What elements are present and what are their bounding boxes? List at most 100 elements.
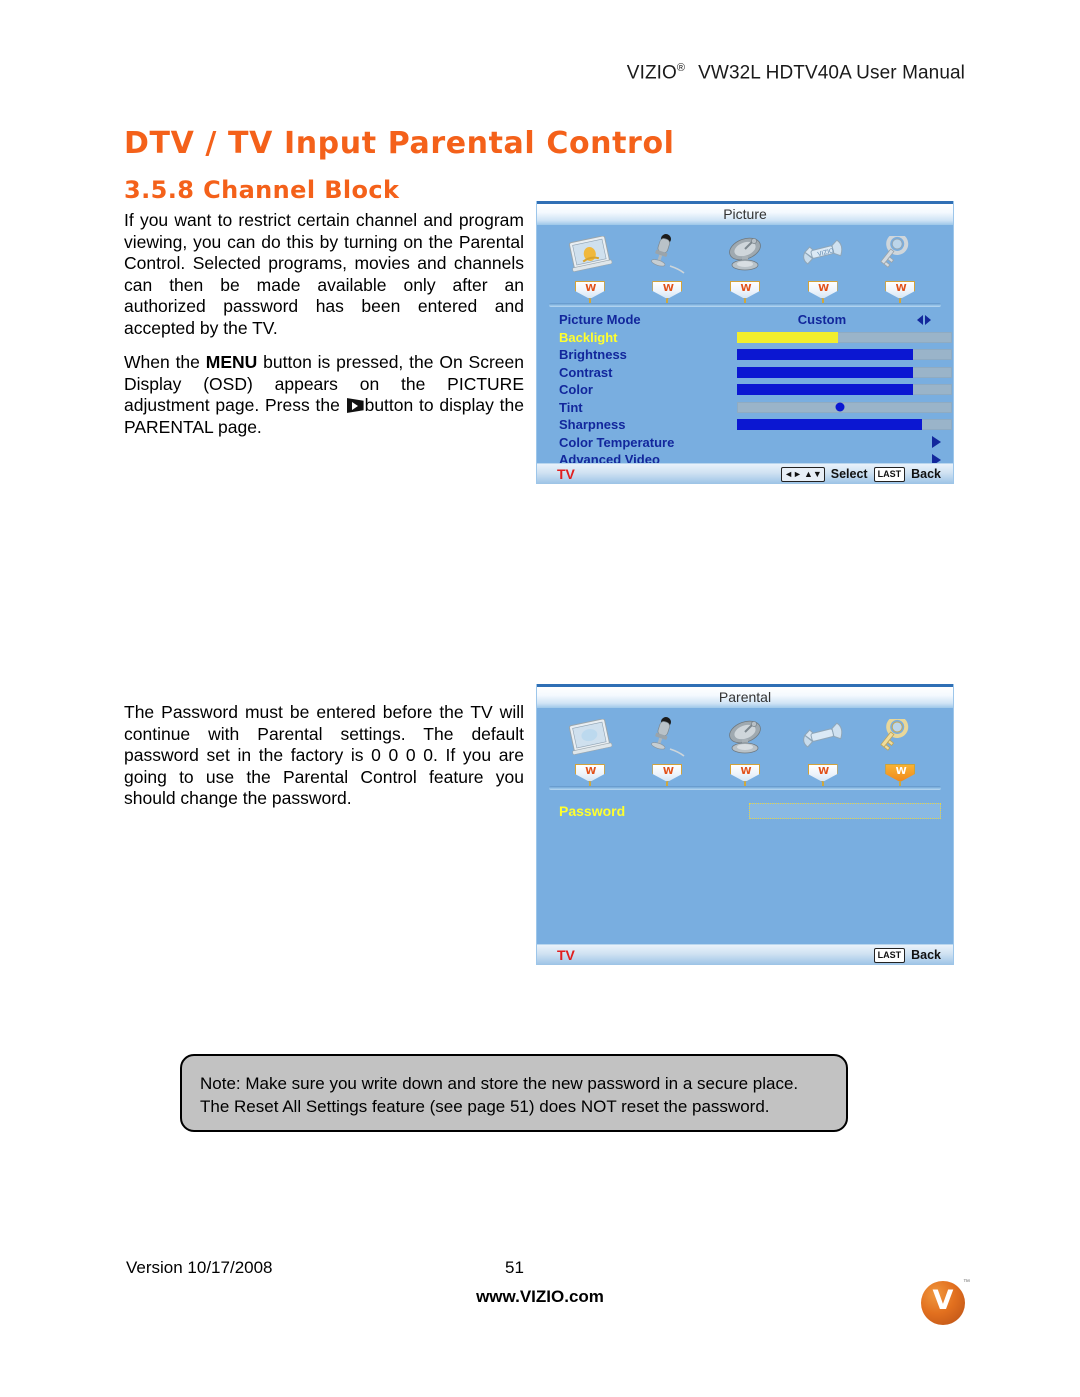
right-arrow-button-icon (346, 398, 364, 413)
badge-shape: W (807, 764, 838, 782)
note-line-1: Note: Make sure you write down and store… (200, 1074, 799, 1093)
osd-parental-icon-strip: W W W W W (537, 708, 953, 786)
osd-picture-settings-list: Picture Mode Custom Backlight 50 Brightn… (537, 307, 953, 469)
badge-stem (821, 782, 824, 786)
badge-shape: W (652, 764, 683, 782)
paragraph-menu-part1: When the (124, 352, 206, 372)
badge-shape-selected: W (885, 764, 916, 782)
row-picture-mode[interactable]: Picture Mode Custom (537, 311, 953, 329)
badge-shape: W (574, 281, 605, 299)
wrench-setup-icon (792, 714, 854, 762)
brand-name: VIZIO (626, 62, 677, 84)
section-heading: 3.5.8 Channel Block (124, 176, 400, 204)
logo-trademark: ™ (963, 1279, 970, 1286)
osd-tab-setup[interactable]: VIZIO W (792, 231, 854, 303)
row-backlight[interactable]: Backlight 50 (537, 329, 953, 347)
row-label: Backlight (559, 329, 618, 345)
vizio-v-glyph: W (585, 283, 597, 294)
footer-url: www.VIZIO.com (476, 1287, 604, 1306)
color-slider[interactable] (737, 384, 952, 396)
badge-shape: W (729, 281, 760, 299)
row-value: 0 (952, 400, 953, 415)
password-row[interactable]: Password (537, 800, 953, 822)
row-color-temperature[interactable]: Color Temperature (537, 434, 953, 452)
key-parental-icon (869, 714, 931, 762)
row-value: 6 (952, 417, 953, 432)
row-contrast[interactable]: Contrast 80 (537, 364, 953, 382)
page-title: DTV / TV Input Parental Control (124, 126, 675, 161)
slider-fill (737, 384, 914, 396)
row-label: Picture Mode (559, 312, 641, 328)
picture-icon (559, 231, 621, 279)
row-sharpness[interactable]: Sharpness 6 (537, 416, 953, 434)
badge-stem (588, 299, 591, 303)
wrench-setup-icon: VIZIO (792, 231, 854, 279)
audio-microphone-icon (636, 714, 698, 762)
vizio-v-glyph: W (662, 766, 674, 777)
osd-tab-tuner[interactable]: W (714, 714, 776, 786)
left-right-glyph: ◄► (784, 468, 802, 479)
osd-tab-audio[interactable]: W (636, 714, 698, 786)
osd-picture-icon-strip: W W W VIZIO W W (537, 225, 953, 303)
parental-tab-badge: W (885, 281, 916, 303)
vizio-logo: V ™ (921, 1279, 970, 1329)
osd-parental-body: W W W W W Password (537, 708, 953, 822)
slider-fill (737, 349, 914, 361)
sharpness-slider[interactable] (737, 419, 952, 431)
left-right-arrows-icon (917, 314, 931, 325)
row-label: Tint (559, 399, 583, 415)
badge-stem (899, 299, 902, 303)
row-tint[interactable]: Tint 0 (537, 399, 953, 417)
badge-stem (588, 782, 591, 786)
contrast-slider[interactable] (737, 366, 952, 378)
osd-tab-picture[interactable]: W (559, 231, 621, 303)
logo-letter: V (932, 1285, 954, 1316)
row-brightness[interactable]: Brightness 80 (537, 346, 953, 364)
osd-strip-divider (549, 786, 941, 790)
running-header: VIZIO® VW32L HDTV40A User Manual (0, 62, 965, 84)
brightness-slider[interactable] (737, 349, 952, 361)
vizio-v-glyph: W (895, 283, 907, 294)
navigation-keys-icon: ◄► ▲▼ (781, 466, 825, 482)
password-input[interactable] (749, 803, 941, 819)
row-label: Color Temperature (559, 434, 675, 450)
back-label: Back (911, 948, 941, 962)
picture-tab-badge: W (574, 764, 605, 786)
footer-page-number: 51 (505, 1258, 524, 1277)
registered-mark: ® (676, 62, 686, 74)
slider-thumb[interactable] (835, 402, 845, 412)
select-hint: ◄► ▲▼ Select LAST Back (781, 466, 941, 482)
osd-parental-title: Parental (537, 687, 953, 708)
osd-tab-parental[interactable]: W (869, 231, 931, 303)
osd-tab-picture[interactable]: W (559, 714, 621, 786)
tint-slider[interactable] (737, 401, 952, 413)
last-key-icon: LAST (873, 466, 906, 482)
vizio-v-glyph: W (818, 283, 830, 294)
row-value: 80 (952, 382, 953, 397)
footer-version: Version 10/17/2008 (126, 1258, 273, 1277)
osd-tab-audio[interactable]: W (636, 231, 698, 303)
audio-microphone-icon (636, 231, 698, 279)
vizio-v-glyph: W (585, 766, 597, 777)
vizio-v-glyph: W (740, 283, 752, 294)
row-value: 50 (952, 330, 953, 345)
badge-shape: W (807, 281, 838, 299)
badge-shape: W (729, 764, 760, 782)
osd-tab-tuner[interactable]: W (714, 231, 776, 303)
key-parental-icon (869, 231, 931, 279)
setup-tab-badge: W (807, 764, 838, 786)
audio-tab-badge: W (652, 764, 683, 786)
select-label: Select (830, 467, 868, 481)
satellite-dish-icon (714, 231, 776, 279)
row-value: Custom (797, 312, 847, 328)
setup-tab-badge: W (807, 281, 838, 303)
osd-tab-parental[interactable]: W (869, 714, 931, 786)
backlight-slider[interactable] (737, 331, 952, 343)
picture-tab-badge: W (574, 281, 605, 303)
osd-tab-setup[interactable]: W (792, 714, 854, 786)
osd-picture-panel: Picture W W W VIZIO W W Picture Mode Cus… (536, 201, 954, 484)
row-color[interactable]: Color 80 (537, 381, 953, 399)
row-label: Contrast (559, 364, 613, 380)
badge-stem (666, 782, 669, 786)
badge-stem (743, 299, 746, 303)
